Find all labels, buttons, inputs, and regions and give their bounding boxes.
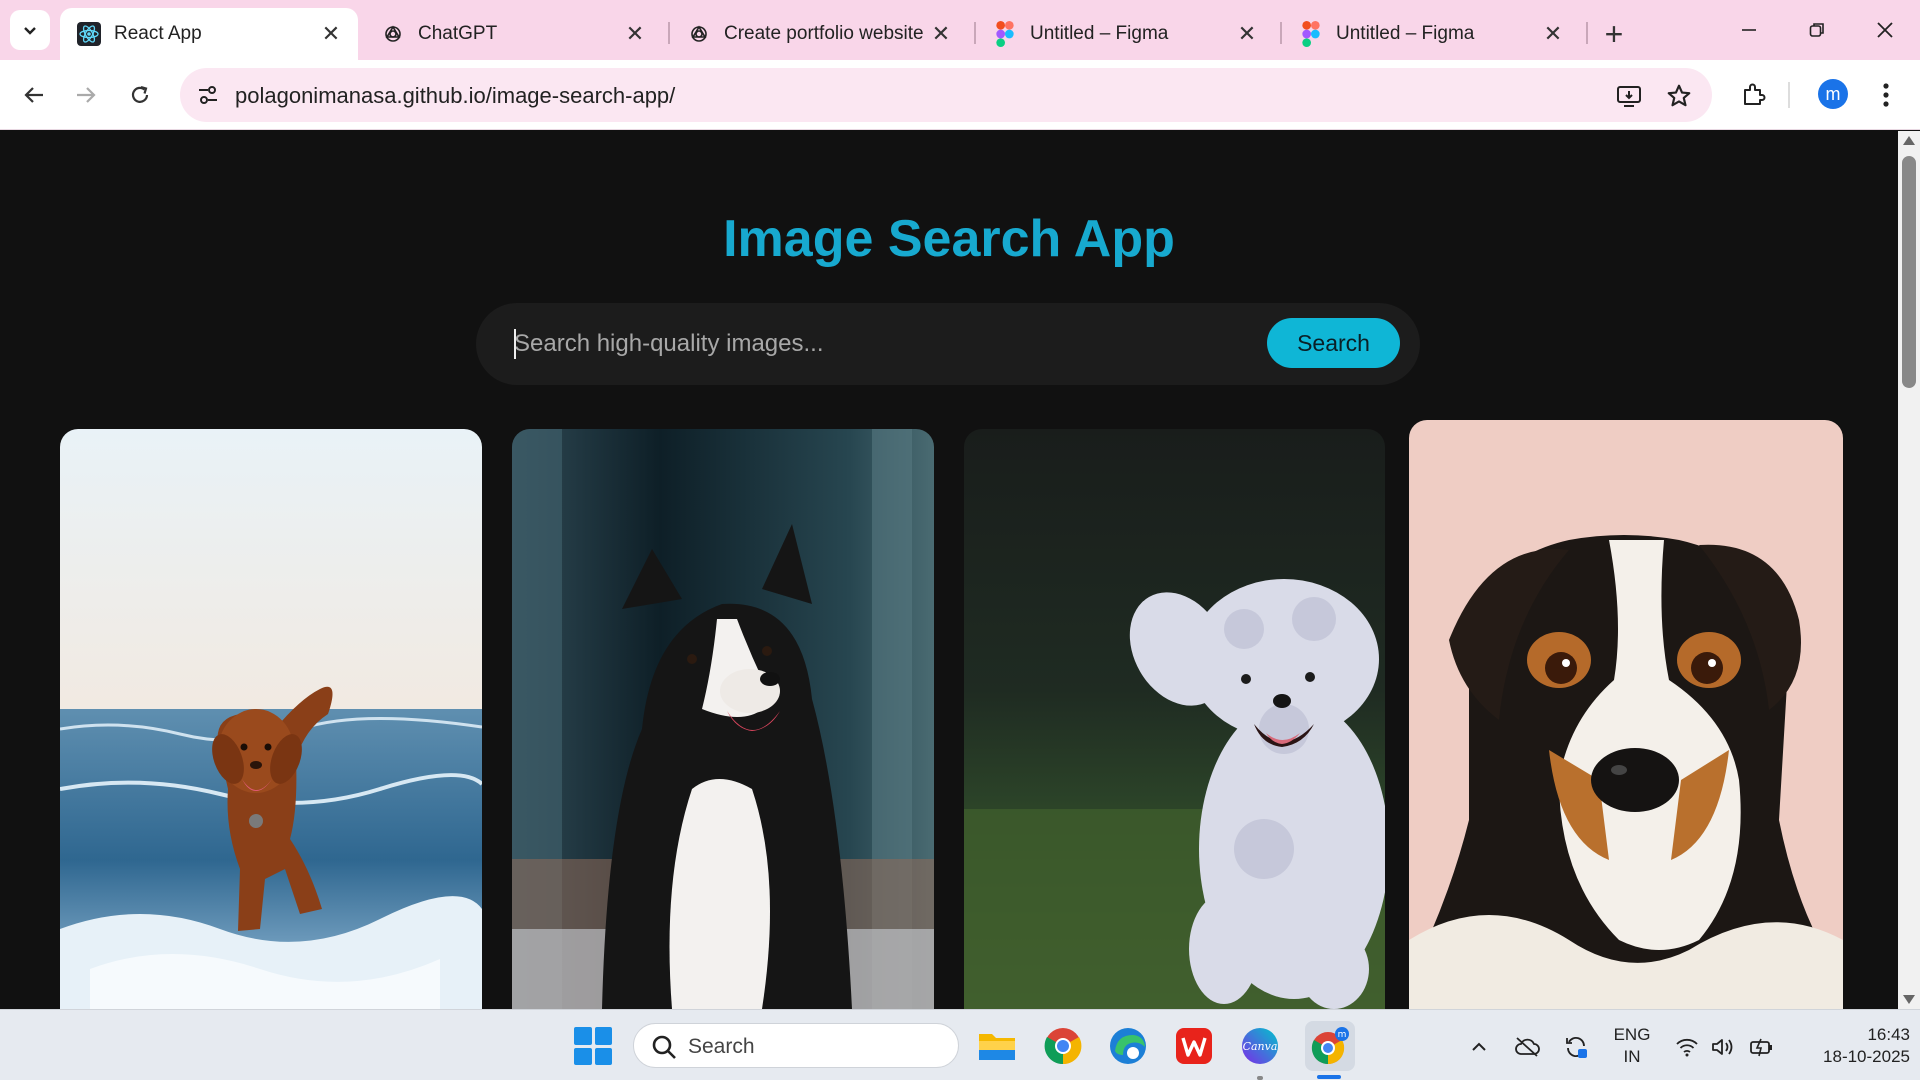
page-title: Image Search App [723, 210, 1175, 268]
tab-strip: React App ✕ ChatGPT ✕ Create portfolio w… [0, 0, 1920, 60]
sync-icon[interactable] [1561, 1032, 1591, 1062]
dog-beach-image [60, 429, 482, 1009]
region-code: IN [1623, 1047, 1641, 1066]
chrome-profile-icon[interactable]: m [1305, 1021, 1355, 1071]
tab-figma-2[interactable]: Untitled – Figma ✕ [1282, 8, 1580, 60]
close-icon[interactable]: ✕ [1540, 21, 1566, 47]
bookmark-star-icon[interactable] [1664, 81, 1694, 111]
edge-icon[interactable] [1106, 1024, 1150, 1068]
chrome-icon[interactable] [1041, 1024, 1085, 1068]
running-indicator [1257, 1076, 1263, 1080]
tab-chatgpt[interactable]: ChatGPT ✕ [364, 8, 662, 60]
language-code: ENG [1613, 1025, 1651, 1044]
tab-title: React App [114, 23, 202, 44]
image-card-1[interactable] [60, 429, 482, 1009]
new-tab-button[interactable]: + [1596, 16, 1632, 52]
taskbar-search-label: Search [688, 1035, 755, 1058]
volume-icon[interactable] [1708, 1032, 1738, 1062]
tab-create-portfolio[interactable]: Create portfolio website ✕ [670, 8, 968, 60]
extensions-icon[interactable] [1736, 77, 1772, 113]
figma-icon [992, 21, 1018, 47]
tab-title: Untitled – Figma [1030, 23, 1169, 44]
back-arrow-icon[interactable] [12, 73, 56, 117]
scroll-down-icon[interactable] [1903, 995, 1915, 1004]
search-icon [652, 1035, 676, 1059]
windows-taskbar: Search Canva m ENG IN 16:43 18-10-2025 [0, 1009, 1920, 1080]
close-icon[interactable]: ✕ [622, 21, 648, 47]
image-card-4[interactable] [1409, 420, 1843, 1009]
taskbar-search-box[interactable]: Search [633, 1023, 959, 1068]
image-card-3[interactable] [964, 429, 1385, 1009]
menu-kebab-icon[interactable] [1868, 77, 1904, 113]
web-page: Image Search App Search [0, 131, 1898, 1009]
install-app-icon[interactable] [1614, 81, 1644, 111]
tab-title: Create portfolio website [724, 23, 924, 44]
close-icon[interactable]: ✕ [1234, 21, 1260, 47]
svg-text:Canva: Canva [1243, 1040, 1278, 1053]
search-button[interactable]: Search [1267, 318, 1400, 368]
clock-date: 18-10-2025 [1823, 1047, 1910, 1066]
tab-search-button[interactable] [10, 10, 50, 50]
canva-icon[interactable]: Canva [1238, 1024, 1282, 1068]
file-explorer-icon[interactable] [975, 1024, 1019, 1068]
image-card-2[interactable] [512, 429, 934, 1009]
minimize-icon[interactable] [1726, 12, 1772, 48]
chevron-up-icon[interactable] [1464, 1032, 1494, 1062]
language-indicator[interactable]: ENG IN [1612, 1024, 1652, 1068]
system-clock[interactable]: 16:43 18-10-2025 [1786, 1024, 1910, 1068]
border-collie-image [512, 429, 934, 1009]
figma-icon [1298, 21, 1324, 47]
clock-time: 16:43 [1867, 1025, 1910, 1044]
windows-start-icon[interactable] [574, 1027, 612, 1065]
url-text: polagonimanasa.github.io/image-search-ap… [235, 83, 676, 108]
close-icon[interactable]: ✕ [928, 21, 954, 47]
profile-avatar[interactable]: m [1818, 79, 1848, 109]
svg-text:m: m [1338, 1030, 1347, 1040]
tab-separator [1586, 22, 1588, 44]
react-icon [76, 21, 102, 47]
fluffy-dog-image [964, 429, 1385, 1009]
browser-toolbar: polagonimanasa.github.io/image-search-ap… [0, 60, 1920, 130]
tab-title: Untitled – Figma [1336, 23, 1475, 44]
reload-icon[interactable] [118, 73, 162, 117]
address-bar[interactable]: polagonimanasa.github.io/image-search-ap… [180, 68, 1712, 122]
wifi-icon[interactable] [1672, 1032, 1702, 1062]
close-icon[interactable]: ✕ [318, 21, 344, 47]
terrier-portrait-image [1409, 420, 1843, 1009]
tab-figma-1[interactable]: Untitled – Figma ✕ [976, 8, 1274, 60]
chevron-down-icon [24, 27, 36, 35]
active-app-indicator [1317, 1075, 1341, 1079]
battery-icon[interactable] [1746, 1032, 1776, 1062]
chatgpt-icon [380, 21, 406, 47]
toolbar-divider [1788, 82, 1790, 108]
scrollbar-thumb[interactable] [1902, 156, 1916, 388]
restore-icon[interactable] [1794, 12, 1840, 48]
tab-react-app[interactable]: React App ✕ [60, 8, 358, 60]
tab-title: ChatGPT [418, 23, 498, 44]
close-window-icon[interactable] [1862, 12, 1908, 48]
search-input[interactable] [512, 323, 1272, 365]
page-scrollbar[interactable] [1898, 131, 1920, 1009]
chatgpt-icon [686, 21, 712, 47]
text-cursor [514, 329, 516, 359]
wps-office-icon[interactable] [1172, 1024, 1216, 1068]
forward-arrow-icon[interactable] [64, 73, 108, 117]
cloud-off-icon[interactable] [1512, 1032, 1542, 1062]
search-bar: Search [476, 303, 1420, 385]
scroll-up-icon[interactable] [1903, 136, 1915, 145]
site-settings-icon[interactable] [194, 81, 222, 109]
